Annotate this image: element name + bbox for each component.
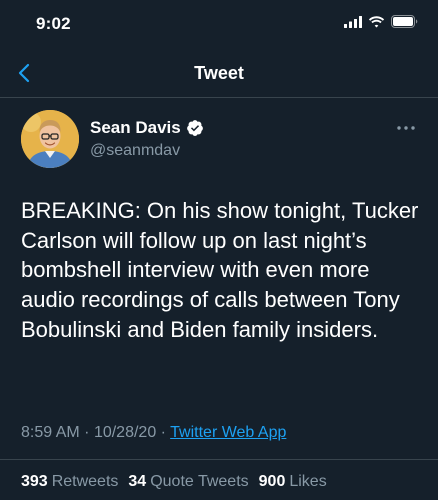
meta-separator: · [84, 424, 90, 441]
nav-bar: Tweet [0, 48, 438, 98]
status-bar: 9:02 [0, 0, 438, 48]
more-options-button[interactable] [394, 120, 418, 136]
avatar[interactable] [21, 110, 79, 168]
cellular-signal-icon [344, 15, 362, 28]
page-title: Tweet [194, 63, 244, 83]
ellipsis-icon [397, 126, 415, 130]
avatar-photo [21, 110, 79, 168]
verified-badge-icon [186, 120, 203, 136]
divider [0, 459, 438, 460]
author-handle[interactable]: @seanmdav [90, 142, 180, 160]
tweet-date[interactable]: 10/28/20 [94, 424, 156, 441]
likes-label: Likes [289, 473, 327, 490]
retweets-stat[interactable]: 393 Retweets [21, 473, 118, 491]
tweet-text: BREAKING: On his show tonight, Tucker Ca… [21, 198, 419, 342]
quote-tweets-count: 34 [128, 473, 147, 490]
quote-tweets-stat[interactable]: 34 Quote Tweets [128, 473, 248, 491]
author-name-row[interactable]: Sean Davis [90, 118, 204, 138]
engagement-stats: 393 Retweets 34 Quote Tweets 900 Likes [21, 473, 327, 491]
battery-icon [391, 15, 418, 28]
status-icons [344, 15, 418, 28]
retweets-count: 393 [21, 473, 48, 490]
tweet-meta: 8:59 AM · 10/28/20 · Twitter Web App [21, 424, 286, 442]
meta-separator: · [160, 424, 166, 441]
status-time: 9:02 [36, 14, 71, 33]
retweets-label: Retweets [51, 473, 119, 490]
likes-stat[interactable]: 900 Likes [259, 473, 327, 491]
tweet-time[interactable]: 8:59 AM [21, 424, 80, 441]
tweet-source-link[interactable]: Twitter Web App [170, 424, 286, 441]
likes-count: 900 [258, 473, 286, 490]
quote-tweets-label: Quote Tweets [150, 473, 249, 490]
author-name: Sean Davis [90, 118, 181, 137]
wifi-icon [368, 15, 385, 27]
